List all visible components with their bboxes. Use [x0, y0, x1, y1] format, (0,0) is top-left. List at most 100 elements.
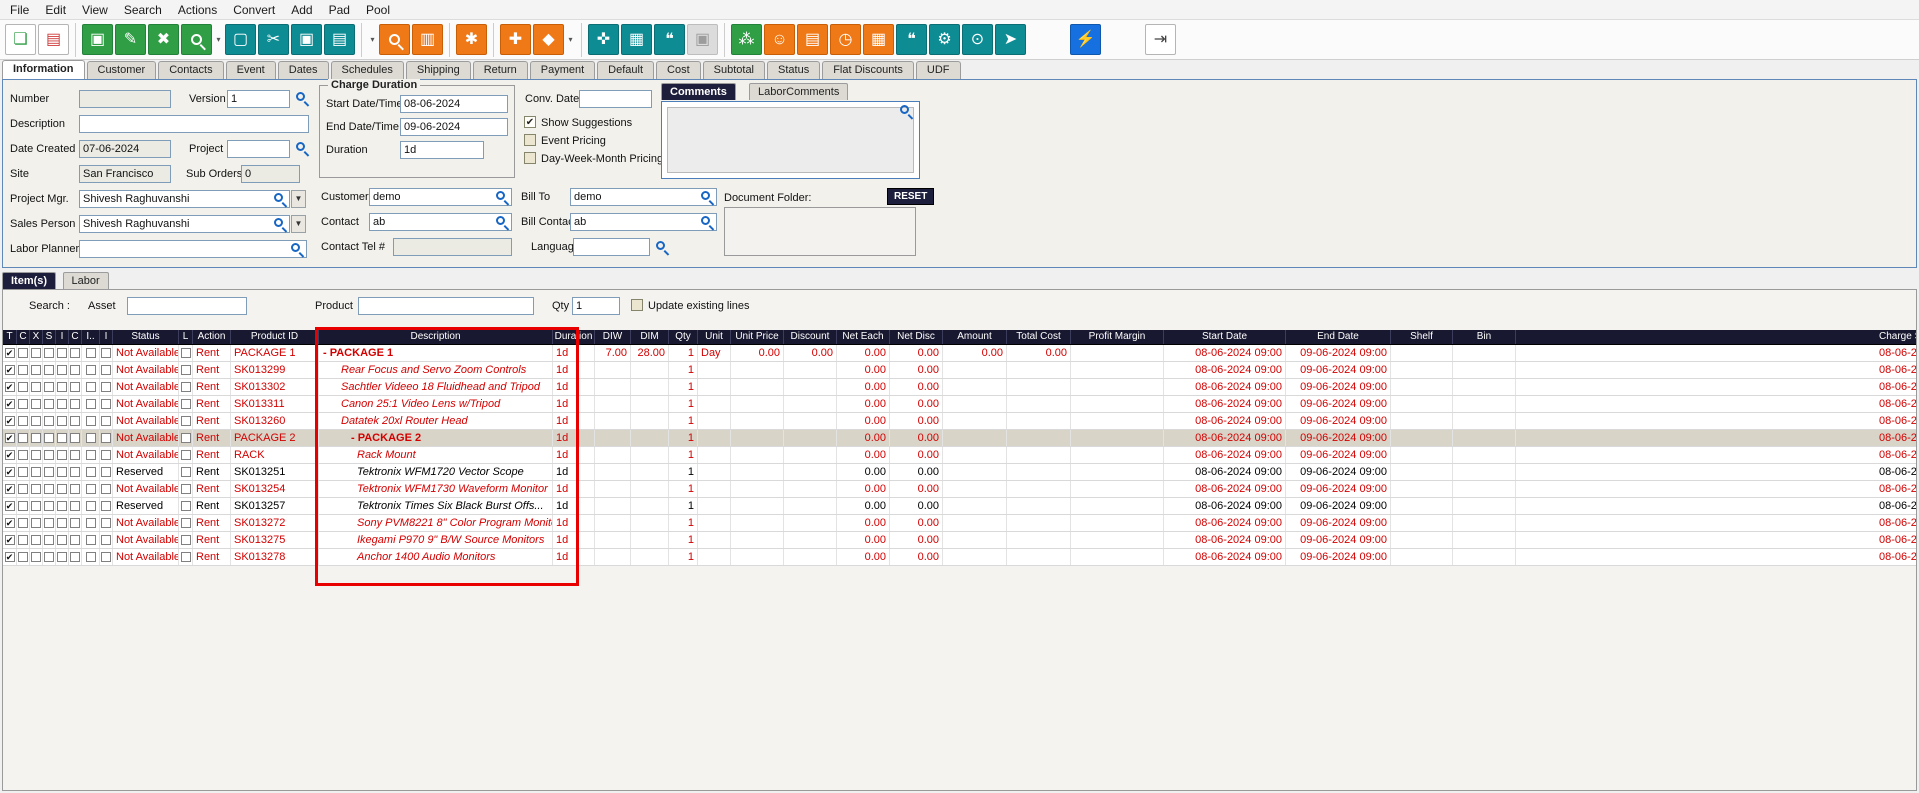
cell-t[interactable]: ✔ — [3, 345, 17, 361]
doc-settings-icon[interactable]: ⚙ — [929, 24, 960, 55]
cell-i1[interactable] — [56, 413, 69, 429]
column-header-bin[interactable]: Bin — [1453, 330, 1516, 344]
labor-planner-field[interactable] — [79, 240, 307, 258]
row-checkbox[interactable] — [57, 518, 67, 528]
column-header-qty[interactable]: Qty — [669, 330, 698, 344]
row-checkbox[interactable] — [86, 535, 96, 545]
duration-field[interactable] — [400, 141, 484, 159]
column-header-discount[interactable]: Discount — [784, 330, 837, 344]
row-checkbox[interactable] — [44, 450, 54, 460]
column-header-diw[interactable]: DIW — [595, 330, 631, 344]
row-checkbox[interactable] — [57, 535, 67, 545]
sales-person-field[interactable] — [79, 215, 290, 233]
cell-l[interactable] — [179, 498, 193, 514]
sales-person-search-icon[interactable] — [274, 218, 289, 233]
table-row[interactable]: ✔ReservedRentSK013257Tektronix Times Six… — [3, 498, 1916, 515]
version-search-icon[interactable] — [296, 92, 311, 107]
cell-t[interactable]: ✔ — [3, 481, 17, 497]
row-checkbox[interactable] — [57, 365, 67, 375]
tab-labor-comments[interactable]: LaborComments — [749, 83, 848, 100]
menu-add[interactable]: Add — [283, 0, 320, 20]
cell-i3[interactable] — [100, 515, 113, 531]
number-field[interactable] — [79, 90, 171, 108]
cell-c1[interactable] — [17, 464, 30, 480]
new-order-icon[interactable]: ❏ — [5, 24, 36, 55]
cell-i3[interactable] — [100, 464, 113, 480]
cell-c2[interactable] — [69, 413, 82, 429]
project-mgr-dropdown[interactable]: ▼ — [291, 190, 306, 208]
cell-x[interactable] — [30, 515, 43, 531]
cell-l[interactable] — [179, 362, 193, 378]
cell-c2[interactable] — [69, 362, 82, 378]
row-checkbox[interactable] — [44, 501, 54, 511]
cell-t[interactable]: ✔ — [3, 464, 17, 480]
row-checkbox[interactable] — [57, 382, 67, 392]
sales-person-dropdown[interactable]: ▼ — [291, 215, 306, 233]
cell-c1[interactable] — [17, 430, 30, 446]
row-checkbox[interactable] — [101, 501, 111, 511]
row-checkbox[interactable] — [18, 365, 28, 375]
row-checkbox[interactable] — [86, 382, 96, 392]
row-selected-checkbox[interactable]: ✔ — [5, 399, 15, 409]
cell-c2[interactable] — [69, 379, 82, 395]
product-search-field[interactable] — [358, 297, 534, 315]
search-icon[interactable] — [181, 24, 212, 55]
cell-s[interactable] — [43, 498, 56, 514]
cell-c2[interactable] — [69, 464, 82, 480]
row-checkbox[interactable] — [44, 382, 54, 392]
cell-i2[interactable] — [82, 362, 100, 378]
row-checkbox[interactable] — [18, 416, 28, 426]
cell-i1[interactable] — [56, 362, 69, 378]
cell-x[interactable] — [30, 498, 43, 514]
row-checkbox[interactable] — [57, 416, 67, 426]
row-checkbox[interactable] — [18, 467, 28, 477]
row-checkbox[interactable] — [57, 433, 67, 443]
toolbar-dropdown-arrow[interactable]: ▾ — [213, 35, 224, 44]
disabled-icon[interactable]: ▣ — [687, 24, 718, 55]
column-header-i1[interactable]: I — [56, 330, 69, 344]
cell-i3[interactable] — [100, 379, 113, 395]
cell-i3[interactable] — [100, 413, 113, 429]
row-checkbox[interactable] — [18, 518, 28, 528]
row-checkbox[interactable] — [18, 484, 28, 494]
row-checkbox[interactable] — [86, 552, 96, 562]
cell-i1[interactable] — [56, 481, 69, 497]
cell-l[interactable] — [179, 532, 193, 548]
row-checkbox[interactable] — [31, 416, 41, 426]
bill-to-search-icon[interactable] — [701, 191, 716, 206]
row-checkbox[interactable] — [18, 552, 28, 562]
cell-t[interactable]: ✔ — [3, 447, 17, 463]
event-pricing-checkbox[interactable] — [524, 134, 536, 146]
row-checkbox[interactable] — [181, 416, 191, 426]
row-checkbox[interactable] — [31, 382, 41, 392]
row-checkbox[interactable] — [86, 484, 96, 494]
language-search-icon[interactable] — [656, 241, 671, 256]
cell-t[interactable]: ✔ — [3, 379, 17, 395]
row-selected-checkbox[interactable]: ✔ — [5, 365, 15, 375]
cell-x[interactable] — [30, 396, 43, 412]
cell-i1[interactable] — [56, 379, 69, 395]
column-header-dim[interactable]: DIM — [631, 330, 669, 344]
cell-l[interactable] — [179, 345, 193, 361]
cell-c2[interactable] — [69, 430, 82, 446]
row-checkbox[interactable] — [101, 467, 111, 477]
row-checkbox[interactable] — [70, 382, 80, 392]
tab-cost[interactable]: Cost — [656, 61, 701, 79]
table-row[interactable]: ✔Not AvailableRentSK013275Ikegami P970 9… — [3, 532, 1916, 549]
cell-c2[interactable] — [69, 481, 82, 497]
cell-i3[interactable] — [100, 396, 113, 412]
row-checkbox[interactable] — [86, 467, 96, 477]
row-selected-checkbox[interactable]: ✔ — [5, 535, 15, 545]
row-checkbox[interactable] — [18, 382, 28, 392]
edit-icon[interactable]: ✎ — [115, 24, 146, 55]
row-checkbox[interactable] — [70, 433, 80, 443]
row-checkbox[interactable] — [101, 484, 111, 494]
cell-i3[interactable] — [100, 362, 113, 378]
cell-l[interactable] — [179, 396, 193, 412]
contact-search-icon[interactable] — [496, 216, 511, 231]
chat-icon[interactable]: ❝ — [896, 24, 927, 55]
cell-x[interactable] — [30, 464, 43, 480]
cell-l[interactable] — [179, 413, 193, 429]
row-checkbox[interactable] — [18, 535, 28, 545]
payment-icon[interactable]: ⊙ — [962, 24, 993, 55]
